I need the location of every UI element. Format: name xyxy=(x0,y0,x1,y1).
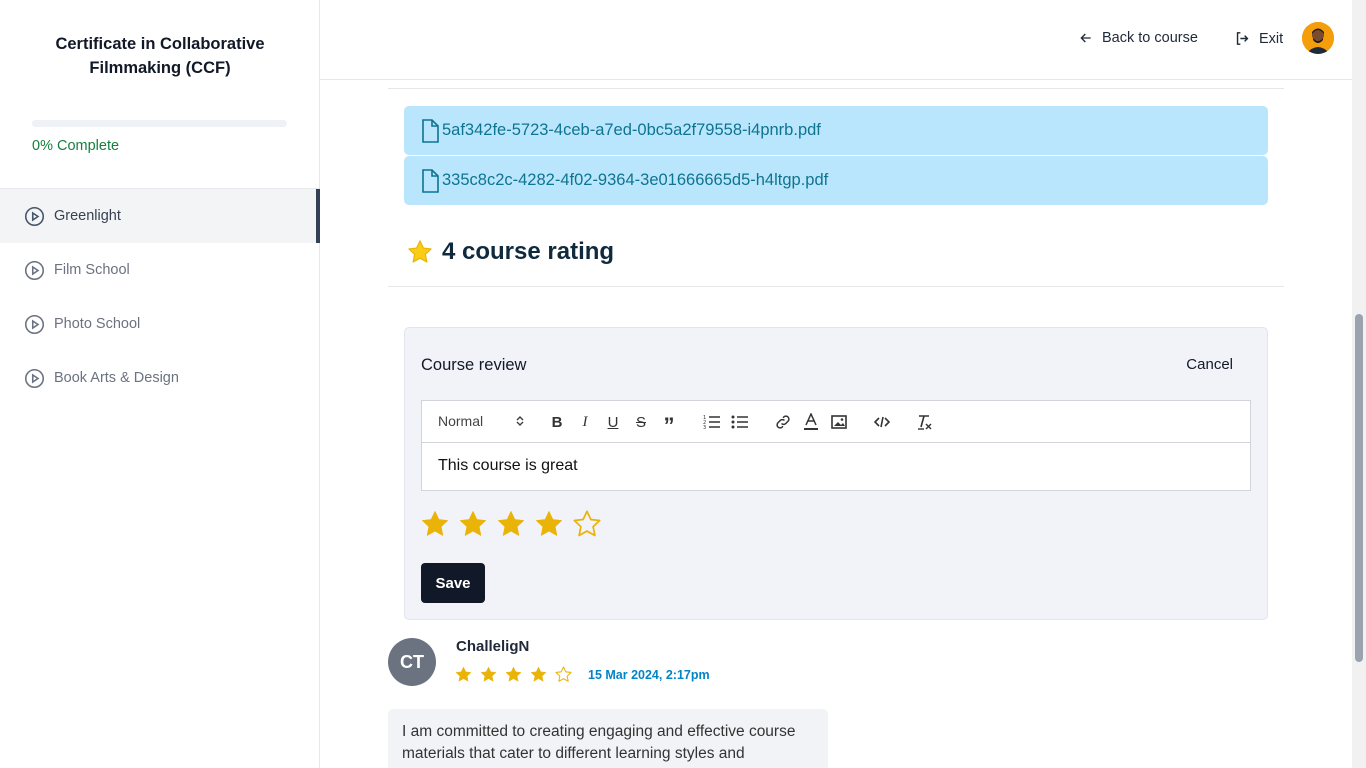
image-icon[interactable] xyxy=(829,412,849,432)
user-avatar[interactable] xyxy=(1302,22,1334,54)
play-circle-icon xyxy=(24,206,45,227)
editor-toolbar: Normal B I U S ” 123 xyxy=(422,401,1250,443)
link-icon[interactable] xyxy=(773,412,793,432)
section-divider xyxy=(388,286,1284,287)
star-empty-icon[interactable] xyxy=(571,508,603,540)
play-circle-icon xyxy=(24,260,45,281)
star-filled-icon[interactable] xyxy=(457,508,489,540)
progress-text: 0% Complete xyxy=(32,138,120,154)
sidebar-item-book-arts-design[interactable]: Book Arts & Design xyxy=(0,351,319,405)
star-filled-icon[interactable] xyxy=(495,508,527,540)
scrollbar-thumb[interactable] xyxy=(1355,314,1363,662)
exit-button[interactable]: Exit xyxy=(1234,30,1283,47)
top-header: Back to course Exit xyxy=(320,0,1352,80)
star-filled-icon xyxy=(505,666,522,682)
star-filled-icon[interactable] xyxy=(533,508,565,540)
format-select-value: Normal xyxy=(438,413,484,429)
format-select[interactable]: Normal xyxy=(438,413,525,429)
progress-bar xyxy=(32,120,287,127)
save-button[interactable]: Save xyxy=(421,563,485,603)
file-icon xyxy=(422,118,439,143)
review-text-input[interactable]: This course is great xyxy=(438,457,578,475)
arrow-left-icon xyxy=(1080,33,1091,43)
ordered-list-icon[interactable]: 123 xyxy=(702,412,722,432)
logout-icon xyxy=(1236,32,1249,45)
blockquote-icon[interactable]: ” xyxy=(659,412,679,438)
sidebar-item-film-school[interactable]: Film School xyxy=(0,243,319,297)
attachment-filename: 5af342fe-5723-4ceb-a7ed-0bc5a2f79558-i4p… xyxy=(442,121,821,139)
sidebar-item-label: Book Arts & Design xyxy=(54,370,179,386)
file-icon xyxy=(422,168,439,193)
cancel-button[interactable]: Cancel xyxy=(1186,356,1233,373)
clear-format-icon[interactable] xyxy=(915,412,935,432)
page-scrollbar[interactable] xyxy=(1352,0,1366,768)
bold-icon[interactable]: B xyxy=(547,412,567,432)
play-circle-icon xyxy=(24,368,45,389)
italic-icon[interactable]: I xyxy=(575,412,595,432)
svg-text:3: 3 xyxy=(703,425,706,430)
reviewer-name: ChalleligN xyxy=(456,638,530,655)
strikethrough-icon[interactable]: S xyxy=(631,412,651,432)
course-rating-heading: 4 course rating xyxy=(406,238,614,266)
text-color-icon[interactable] xyxy=(801,412,821,432)
reviewer-avatar: CT xyxy=(388,638,436,686)
star-rating-input[interactable] xyxy=(419,508,609,540)
star-filled-icon[interactable] xyxy=(419,508,451,540)
review-star-rating xyxy=(454,665,579,684)
user-avatar-image xyxy=(1302,22,1334,54)
attachment-link[interactable]: 5af342fe-5723-4ceb-a7ed-0bc5a2f79558-i4p… xyxy=(404,106,1268,155)
star-filled-icon xyxy=(455,666,472,682)
chevron-updown-icon xyxy=(516,415,524,427)
course-review-form: Course review Cancel Normal B I U S ” 12… xyxy=(404,327,1268,620)
star-empty-icon xyxy=(555,666,572,682)
underline-icon[interactable]: U xyxy=(603,412,623,432)
sidebar-item-greenlight[interactable]: Greenlight xyxy=(0,189,320,243)
section-divider xyxy=(388,88,1284,89)
course-sidebar: Certificate in Collaborative Filmmaking … xyxy=(0,0,320,768)
lesson-nav: Greenlight Film School Photo School Book… xyxy=(0,188,320,405)
course-title: Certificate in Collaborative Filmmaking … xyxy=(55,35,265,77)
play-circle-icon xyxy=(24,314,45,335)
back-to-course-button[interactable]: Back to course xyxy=(1078,30,1198,46)
sidebar-item-label: Photo School xyxy=(54,316,141,332)
bullet-list-icon[interactable] xyxy=(730,412,750,432)
review-form-title: Course review xyxy=(421,356,527,374)
star-filled-icon xyxy=(480,666,497,682)
rich-text-editor: Normal B I U S ” 123 This course is grea… xyxy=(421,400,1251,491)
code-block-icon[interactable] xyxy=(872,412,892,432)
attachment-filename: 335c8c2c-4282-4f02-9364-3e01666665d5-h4l… xyxy=(442,171,829,189)
sidebar-item-label: Greenlight xyxy=(54,208,121,224)
sidebar-item-photo-school[interactable]: Photo School xyxy=(0,297,319,351)
exit-label: Exit xyxy=(1259,30,1284,47)
attachment-link[interactable]: 335c8c2c-4282-4f02-9364-3e01666665d5-h4l… xyxy=(404,156,1268,205)
course-rating-text: 4 course rating xyxy=(442,238,615,265)
review-date: 15 Mar 2024, 2:17pm xyxy=(588,668,710,682)
star-filled-icon xyxy=(530,666,547,682)
back-to-course-label: Back to course xyxy=(1102,30,1198,46)
sidebar-item-label: Film School xyxy=(54,262,130,278)
review-body: I am committed to creating engaging and … xyxy=(388,709,828,768)
star-icon xyxy=(408,240,432,263)
